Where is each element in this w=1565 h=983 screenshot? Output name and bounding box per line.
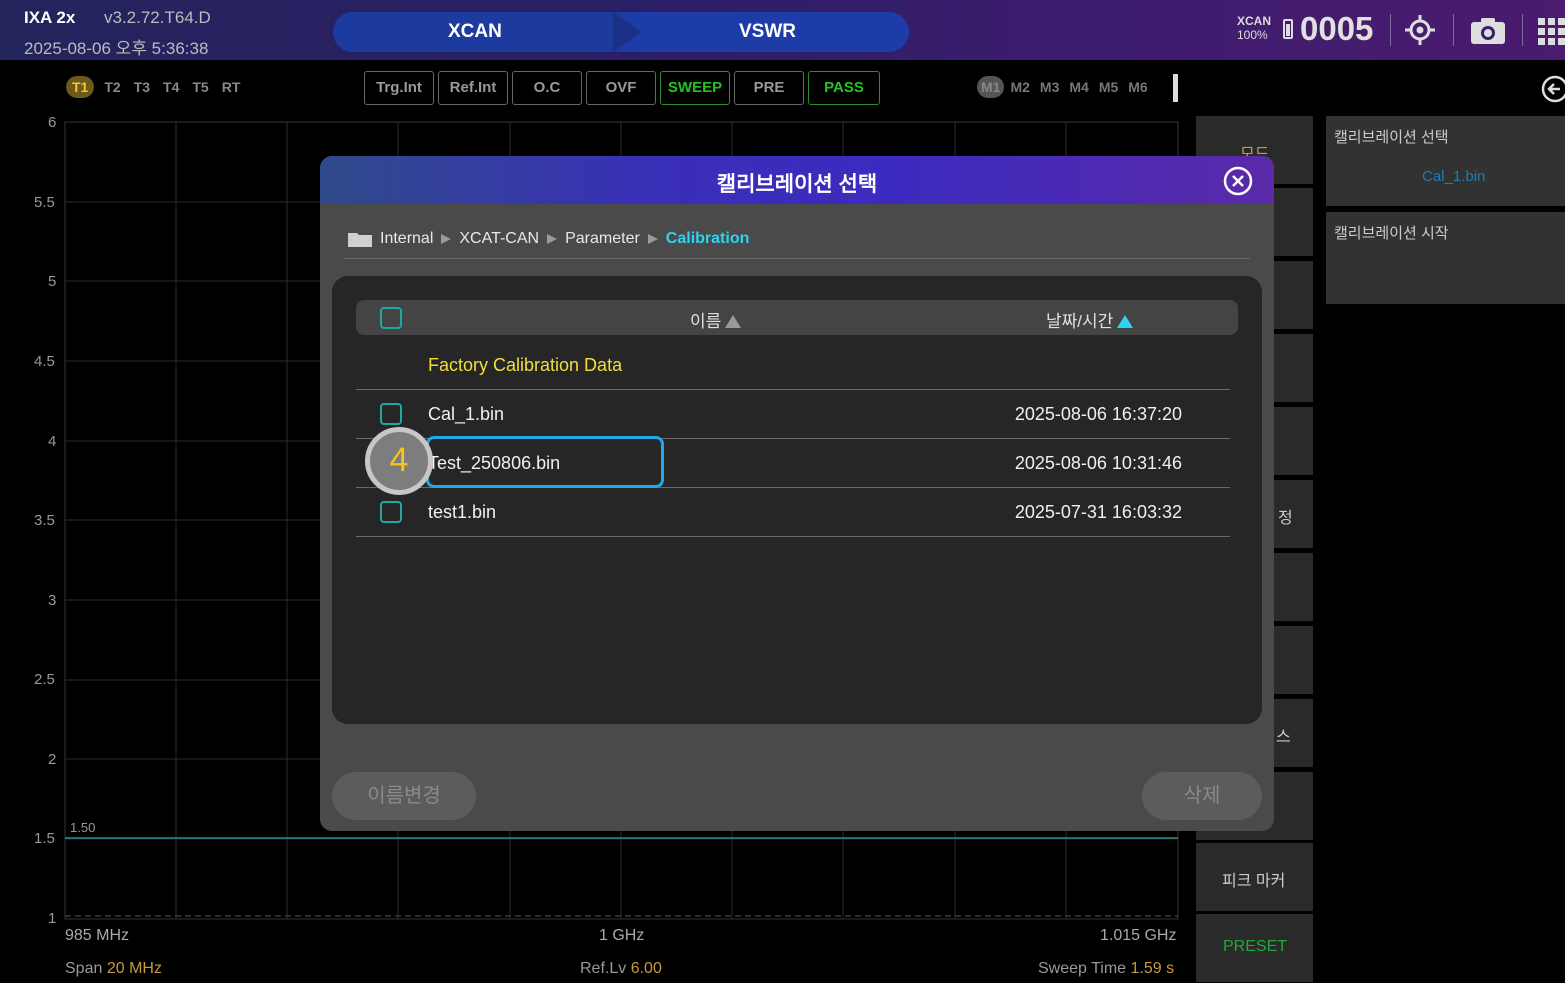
indicator-sweep: SWEEP bbox=[660, 71, 730, 105]
cal-start-item[interactable]: 캘리브레이션 시작 bbox=[1326, 212, 1565, 304]
delete-button[interactable]: 삭제 bbox=[1142, 772, 1262, 820]
marker-tab-m4[interactable]: M4 bbox=[1069, 79, 1088, 95]
y-tick-2: 2 bbox=[48, 751, 57, 768]
indicator-pre: PRE bbox=[734, 71, 804, 105]
device-name: IXA 2x bbox=[24, 8, 76, 27]
firmware-version: v3.2.72.T64.D bbox=[104, 8, 211, 27]
span-readout: Span 20 MHz bbox=[65, 960, 162, 977]
softkey-peak-marker[interactable]: 피크 마커 bbox=[1196, 843, 1313, 911]
y-tick-4-5: 4.5 bbox=[34, 353, 55, 370]
trace-tab-t2[interactable]: T2 bbox=[104, 79, 120, 95]
folder-icon bbox=[348, 233, 372, 247]
file-date: 2025-08-06 10:31:46 bbox=[1014, 453, 1182, 473]
y-tick-1: 1 bbox=[48, 910, 57, 927]
camera-icon[interactable] bbox=[1470, 17, 1506, 45]
indicator-oc: O.C bbox=[512, 71, 582, 105]
file-row[interactable]: test1.bin 2025-07-31 16:03:32 bbox=[356, 488, 1230, 537]
x-start-label: 985 MHz bbox=[65, 927, 130, 944]
dialog-title: 캘리브레이션 선택 bbox=[716, 173, 878, 196]
marker-tab-m1[interactable]: M1 bbox=[977, 76, 1005, 98]
trace-tab-t1[interactable]: T1 bbox=[66, 76, 95, 98]
file-name: Factory Calibration Data bbox=[428, 355, 623, 375]
y-tick-5-5: 5.5 bbox=[34, 194, 55, 211]
y-tick-3: 3 bbox=[48, 592, 57, 609]
marker-tab-m5[interactable]: M5 bbox=[1099, 79, 1118, 95]
file-name: Cal_1.bin bbox=[428, 404, 505, 424]
y-tick-2-5: 2.5 bbox=[34, 671, 55, 688]
trace-tab-t5[interactable]: T5 bbox=[192, 79, 208, 95]
dialog-title-bar: 캘리브레이션 선택 bbox=[320, 156, 1274, 204]
trace-tab-t3[interactable]: T3 bbox=[134, 79, 150, 95]
file-list: 이름 날짜/시간 Factory Calibration Data Cal_1.… bbox=[332, 276, 1262, 724]
calibration-select-dialog: 캘리브레이션 선택 Internal XCAT-CAN Parameter Ca… bbox=[320, 156, 1274, 831]
softkey-preset[interactable]: PRESET bbox=[1196, 914, 1313, 982]
trace-tab-rt[interactable]: RT bbox=[222, 79, 241, 95]
mode-selector[interactable]: XCAN VSWR bbox=[333, 12, 909, 52]
top-header-bar: IXA 2x v3.2.72.T64.D 2025-08-06 오후 5:36:… bbox=[0, 0, 1565, 60]
breadcrumb-parameter[interactable]: Parameter bbox=[565, 230, 640, 248]
y-tick-3-5: 3.5 bbox=[34, 512, 55, 529]
mode-xcan-label[interactable]: XCAN bbox=[448, 21, 502, 43]
battery-icon bbox=[1283, 19, 1293, 39]
mode-vswr-label[interactable]: VSWR bbox=[739, 21, 796, 43]
file-row-factory[interactable]: Factory Calibration Data bbox=[356, 341, 1230, 390]
close-icon[interactable] bbox=[1222, 165, 1254, 197]
rename-button[interactable]: 이름변경 bbox=[332, 772, 476, 820]
sweep-time-readout: Sweep Time 1.59 s bbox=[1038, 960, 1175, 977]
file-row[interactable]: Cal_1.bin 2025-08-06 16:37:20 bbox=[356, 390, 1230, 439]
indicator-ovf: OVF bbox=[586, 71, 656, 105]
device-datetime: 2025-08-06 오후 5:36:38 bbox=[24, 39, 209, 58]
trace-tab-t4[interactable]: T4 bbox=[163, 79, 179, 95]
back-arrow-icon[interactable] bbox=[1540, 74, 1565, 104]
breadcrumb-separator-icon bbox=[647, 234, 658, 244]
battery-label: XCAN 100% bbox=[1237, 14, 1272, 42]
breadcrumb-separator-icon bbox=[547, 234, 558, 244]
sort-ascending-icon bbox=[725, 315, 742, 328]
marker-scroll-indicator bbox=[1173, 74, 1178, 102]
sort-by-name[interactable]: 이름 bbox=[690, 307, 742, 332]
file-name: test1.bin bbox=[428, 502, 497, 522]
marker-tab-m3[interactable]: M3 bbox=[1040, 79, 1059, 95]
breadcrumb-separator-icon bbox=[441, 234, 452, 244]
ref-level-readout: Ref.Lv 6.00 bbox=[580, 960, 662, 977]
menu-grid-icon[interactable] bbox=[1536, 16, 1565, 46]
y-tick-4: 4 bbox=[48, 433, 57, 450]
x-center-label: 1 GHz bbox=[599, 927, 645, 944]
step-number-badge: 4 bbox=[365, 427, 433, 495]
indicator-ref-int: Ref.Int bbox=[438, 71, 508, 105]
y-tick-6: 6 bbox=[48, 114, 57, 131]
file-list-header: 이름 날짜/시간 bbox=[356, 300, 1238, 335]
trace-tabs: T1 T2 T3 T4 T5 RT bbox=[66, 76, 253, 98]
measurement-counter: 0005 bbox=[1300, 10, 1374, 47]
marker-tab-m2[interactable]: M2 bbox=[1010, 79, 1029, 95]
sort-ascending-icon bbox=[1117, 315, 1134, 328]
indicator-pass: PASS bbox=[808, 71, 880, 105]
y-tick-1-5: 1.5 bbox=[34, 830, 55, 847]
file-date: 2025-08-06 16:37:20 bbox=[1014, 404, 1182, 424]
limit-value-label: 1.50 bbox=[70, 820, 96, 835]
target-icon[interactable] bbox=[1405, 15, 1435, 45]
file-date: 2025-07-31 16:03:32 bbox=[1014, 502, 1182, 522]
x-stop-label: 1.015 GHz bbox=[1100, 927, 1177, 944]
marker-tabs: M1 M2 M3 M4 M5 M6 bbox=[977, 76, 1158, 98]
file-checkbox[interactable] bbox=[380, 403, 402, 425]
sort-by-date[interactable]: 날짜/시간 bbox=[1046, 307, 1134, 332]
indicator-trg-int: Trg.Int bbox=[364, 71, 434, 105]
y-tick-5: 5 bbox=[48, 273, 57, 290]
breadcrumb-xcat-can[interactable]: XCAT-CAN bbox=[459, 230, 539, 248]
breadcrumb-internal[interactable]: Internal bbox=[380, 230, 433, 248]
marker-tab-m6[interactable]: M6 bbox=[1128, 79, 1147, 95]
cal-select-item[interactable]: 캘리브레이션 선택 Cal_1.bin bbox=[1326, 116, 1565, 206]
select-all-checkbox[interactable] bbox=[380, 307, 402, 329]
breadcrumb-calibration: Calibration bbox=[665, 230, 750, 247]
selection-highlight bbox=[426, 436, 664, 488]
file-checkbox[interactable] bbox=[380, 501, 402, 523]
breadcrumb: Internal XCAT-CAN Parameter Calibration bbox=[348, 230, 749, 248]
